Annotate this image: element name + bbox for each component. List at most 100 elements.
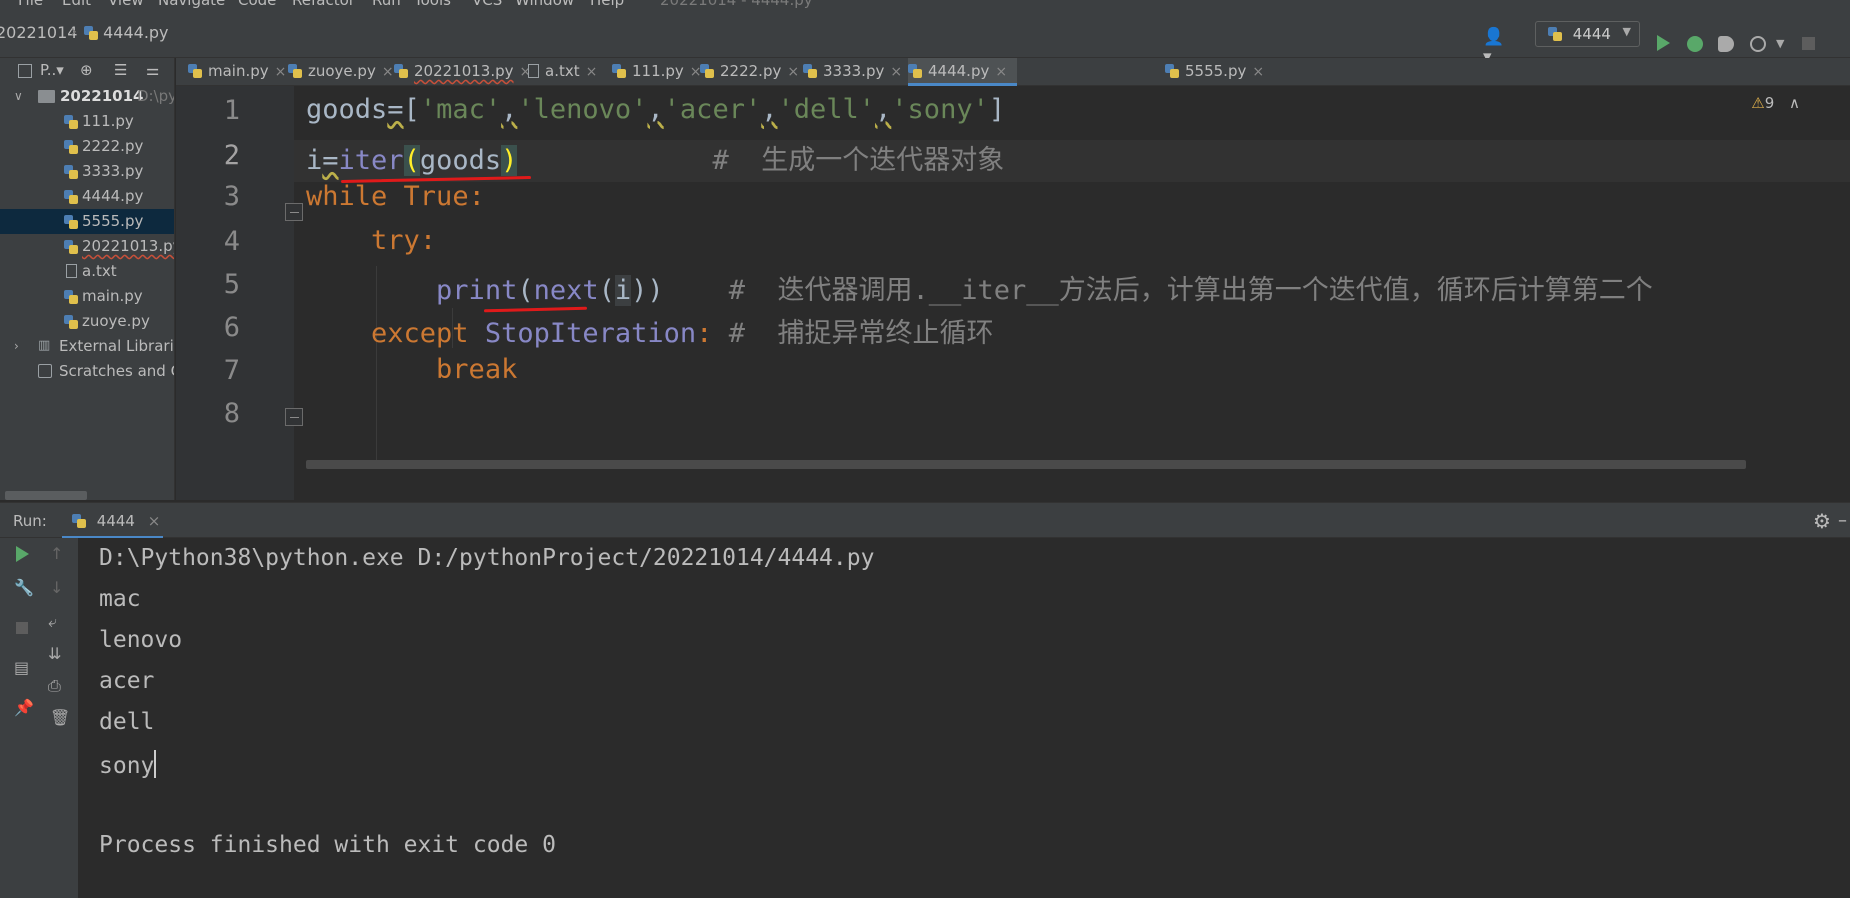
pin-icon[interactable]: 📌 [14,698,34,717]
run-configuration-select[interactable]: 4444 ▼ [1535,21,1640,47]
fold-marker-icon[interactable] [285,408,303,426]
locate-icon[interactable]: ⊕ [80,61,93,79]
code-string: 'lenovo' [517,94,648,125]
collapse-all-icon[interactable]: ☰ [114,61,127,79]
run-configuration-label: 4444 [1572,25,1611,43]
tree-scratches[interactable]: Scratches and Consoles [0,359,174,384]
coverage-icon[interactable] [1718,36,1734,52]
tab-a-txt[interactable]: a.txt × [528,58,597,86]
tree-file-label: zuoye.py [82,312,150,330]
tree-file[interactable]: zuoye.py [0,309,174,334]
project-view-select[interactable]: P..▾ [40,61,64,79]
breadcrumb-project[interactable]: 20221014 [0,23,77,42]
tree-file[interactable]: 20221013.py [0,234,174,259]
tab-zuoye-py[interactable]: zuoye.py × [288,58,394,86]
run-console[interactable]: D:\Python38\python.exe D:/pythonProject/… [78,538,1850,898]
menu-code[interactable]: Code [238,0,276,9]
close-icon[interactable]: × [1252,64,1264,80]
tree-external-libraries[interactable]: › ▥ External Libraries [0,334,174,359]
console-line: acer [99,668,155,694]
close-icon[interactable]: × [787,64,799,80]
tab-main-py[interactable]: main.py × [188,58,286,86]
tab-label: zuoye.py [308,62,376,80]
project-horizontal-scrollbar[interactable] [5,491,87,500]
wrench-icon[interactable]: 🔧 [14,578,34,597]
code-string: 'sony' [891,94,989,125]
tab-label: 111.py [632,62,684,80]
trash-icon[interactable]: 🗑 [50,708,70,727]
tree-file[interactable]: 3333.py [0,159,174,184]
settings-icon[interactable]: ⚌ [146,61,159,79]
menu-edit[interactable]: Edit [62,0,91,9]
menu-window[interactable]: Window [515,0,574,9]
arrow-up-icon[interactable]: ↑ [50,544,63,563]
tab-5555-py[interactable]: 5555.py × [1165,58,1264,86]
code-comment: # 生成一个迭代器对象 [712,145,1005,176]
print-icon[interactable]: ⎙ [48,676,61,696]
python-file-icon [64,290,78,304]
chevron-down-icon[interactable]: ▼ [1776,37,1794,55]
run-tab-label: 4444 [96,512,135,530]
close-icon[interactable]: × [275,64,287,80]
fold-marker-icon[interactable] [285,203,303,221]
tree-root-folder[interactable]: ∨ 20221014 D:\py [0,84,175,109]
text-caret [154,750,157,778]
code-line-7: break [306,354,517,385]
tab-3333-py[interactable]: 3333.py × [803,58,902,86]
python-file-icon [288,64,302,78]
project-panel: P..▾ ⊕ ☰ ⚌ ∨ 20221014 D:\py 111.py 2222.… [0,58,175,500]
menu-vcs[interactable]: VCS [472,0,502,9]
tree-file[interactable]: 4444.py [0,184,174,209]
scroll-to-end-icon[interactable]: ⇊ [48,644,61,663]
stop-icon[interactable] [1802,37,1815,50]
menu-file[interactable]: File [18,0,43,9]
close-icon[interactable]: × [890,64,902,80]
debug-icon[interactable] [1687,36,1703,52]
layout-icon[interactable]: ▤ [14,658,29,677]
minimize-icon[interactable]: – [1838,510,1847,531]
run-icon[interactable] [1657,35,1670,51]
tab-20221013-py[interactable]: 20221013.py × [394,58,531,86]
breadcrumb-file-label: 4444.py [103,23,169,42]
python-file-icon [64,190,78,204]
tab-label: a.txt [545,62,580,80]
menu-view[interactable]: View [108,0,144,9]
tree-file-selected[interactable]: 5555.py [0,209,174,234]
tree-file[interactable]: 111.py [0,109,174,134]
chevron-up-icon[interactable]: ∧ [1789,94,1800,112]
root-folder-path: D:\py [137,87,175,105]
inspection-warnings[interactable]: ⚠9 ∧ [1751,94,1800,112]
arrow-down-icon[interactable]: ↓ [50,578,63,597]
rerun-icon[interactable] [16,546,29,562]
gear-icon[interactable]: ⚙ [1813,509,1831,533]
soft-wrap-icon[interactable]: ⤶ [48,612,57,632]
python-file-icon [803,64,817,78]
breadcrumb-file[interactable]: 4444.py [84,23,169,42]
run-tab-4444[interactable]: 4444 × [62,503,163,539]
menu-tools[interactable]: Tools [414,0,451,9]
code-editor[interactable]: 1 2 3 4 5 6 7 8 goods=['mac','lenovo','a… [176,86,1850,500]
menu-help[interactable]: Help [590,0,624,9]
tree-file[interactable]: main.py [0,284,174,309]
menu-navigate[interactable]: Navigate [158,0,225,9]
tab-2222-py[interactable]: 2222.py × [700,58,799,86]
tab-4444-py[interactable]: 4444.py × [908,58,1018,86]
code-comment: # 迭代器调用.__iter__方法后，计算出第一个迭代值，循环后计算第二个 [728,275,1653,306]
editor-horizontal-scrollbar[interactable] [306,460,1746,469]
menu-run[interactable]: Run [372,0,401,9]
close-icon[interactable]: × [148,512,161,530]
tree-file[interactable]: 2222.py [0,134,174,159]
close-icon[interactable]: × [382,64,394,80]
tree-file[interactable]: a.txt [0,259,174,284]
user-icon[interactable]: 👤▾ [1483,27,1504,67]
close-icon[interactable]: × [586,64,598,80]
stop-icon[interactable] [16,622,28,634]
tree-file-label: main.py [82,287,143,305]
code-keyword: except [371,318,469,349]
profile-icon[interactable] [1750,36,1766,52]
tab-label: 20221013.py [414,62,514,80]
close-icon[interactable]: × [995,64,1007,80]
project-view-icon[interactable] [18,64,32,78]
menu-refactor[interactable]: Refactor [292,0,355,9]
tab-111-py[interactable]: 111.py × [612,58,702,86]
